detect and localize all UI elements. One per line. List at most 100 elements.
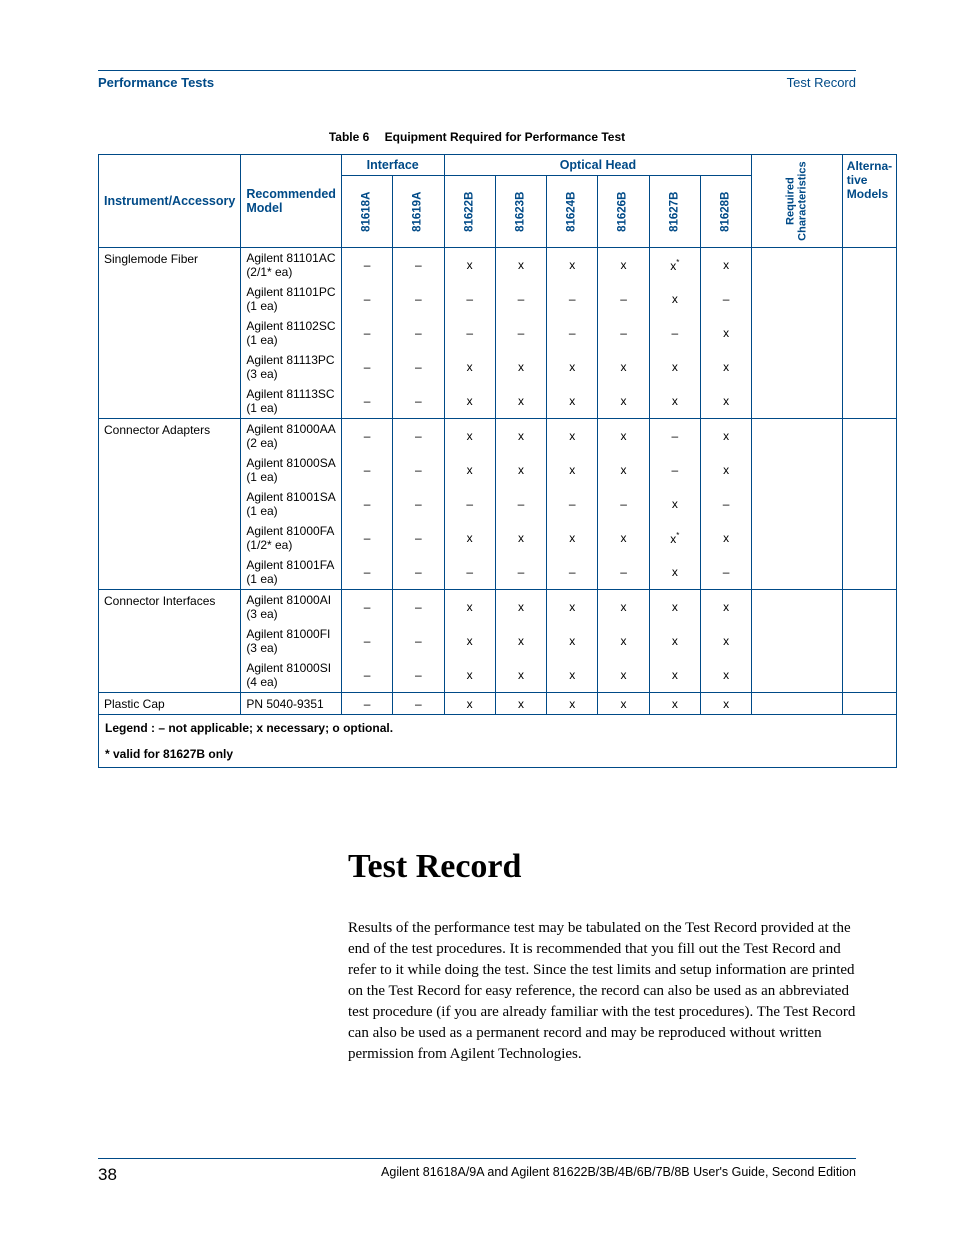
section-paragraph: Results of the performance test may be t… (348, 918, 856, 1065)
mark-cell: x (444, 658, 495, 693)
mark-cell: – (341, 521, 392, 555)
mark-cell: x (701, 316, 752, 350)
mark-cell: x (598, 384, 649, 419)
mark-cell: x (649, 350, 700, 384)
mark-cell (842, 521, 896, 555)
mark-cell: x (649, 693, 700, 715)
mark-cell: x (701, 350, 752, 384)
model-cell: Agilent 81001SA (1 ea) (241, 487, 342, 521)
instrument-cell: Plastic Cap (99, 693, 241, 715)
table-row: Singlemode FiberAgilent 81101AC (2/1* ea… (99, 248, 897, 283)
mark-cell (752, 350, 843, 384)
mark-cell: – (649, 316, 700, 350)
mark-cell: – (444, 555, 495, 590)
mark-cell: – (495, 555, 546, 590)
mark-cell: – (393, 350, 444, 384)
th-altmodels: Alterna- tive Models (842, 155, 896, 248)
mark-cell: x (547, 419, 598, 454)
mark-cell: – (598, 316, 649, 350)
mark-cell: – (701, 555, 752, 590)
mark-cell: x (444, 693, 495, 715)
mark-cell: x (495, 453, 546, 487)
mark-cell: x (598, 521, 649, 555)
mark-cell: x (598, 248, 649, 283)
mark-cell: x (598, 419, 649, 454)
th-81623B: 81623B (495, 176, 546, 248)
mark-cell (842, 453, 896, 487)
mark-cell: – (393, 384, 444, 419)
mark-cell: – (393, 693, 444, 715)
mark-cell: – (341, 248, 392, 283)
mark-cell: x (701, 419, 752, 454)
header-left: Performance Tests (98, 75, 214, 90)
mark-cell (752, 521, 843, 555)
mark-cell: – (341, 590, 392, 625)
th-reqchar: RequiredCharacteristics (752, 155, 843, 248)
mark-cell (752, 419, 843, 454)
header: Performance Tests Test Record (98, 75, 856, 130)
mark-cell: – (393, 555, 444, 590)
model-cell: Agilent 81000FI (3 ea) (241, 624, 342, 658)
mark-cell: – (444, 487, 495, 521)
mark-cell: x (547, 658, 598, 693)
mark-cell: – (341, 624, 392, 658)
mark-cell: x* (649, 248, 700, 283)
mark-cell: – (393, 658, 444, 693)
mark-cell: x (495, 419, 546, 454)
th-81626B: 81626B (598, 176, 649, 248)
mark-cell (842, 693, 896, 715)
mark-cell: x (444, 419, 495, 454)
mark-cell: – (341, 658, 392, 693)
mark-cell: – (649, 453, 700, 487)
mark-cell: – (393, 419, 444, 454)
mark-cell: x (495, 384, 546, 419)
footer: 38 Agilent 81618A/9A and Agilent 81622B/… (98, 1165, 856, 1185)
mark-cell: – (701, 487, 752, 521)
legend-line-1: Legend : – not applicable; x necessary; … (99, 715, 897, 742)
mark-cell (752, 453, 843, 487)
mark-cell: – (341, 693, 392, 715)
mark-cell: x (701, 658, 752, 693)
mark-cell: – (393, 282, 444, 316)
mark-cell (752, 248, 843, 283)
legend-line-2: * valid for 81627B only (99, 741, 897, 768)
mark-cell: – (393, 521, 444, 555)
mark-cell: – (393, 590, 444, 625)
mark-cell: x (701, 453, 752, 487)
mark-cell: x (598, 658, 649, 693)
mark-cell: x (547, 453, 598, 487)
th-81624B: 81624B (547, 176, 598, 248)
mark-cell (842, 658, 896, 693)
table-caption-prefix: Table 6 (329, 130, 369, 144)
footer-text: Agilent 81618A/9A and Agilent 81622B/3B/… (381, 1165, 856, 1185)
th-81622B: 81622B (444, 176, 495, 248)
mark-cell: x (444, 453, 495, 487)
mark-cell (752, 658, 843, 693)
mark-cell: – (393, 487, 444, 521)
page-number: 38 (98, 1165, 117, 1185)
mark-cell: x (495, 693, 546, 715)
model-cell: Agilent 81101PC (1 ea) (241, 282, 342, 316)
th-81619A: 81619A (393, 176, 444, 248)
model-cell: Agilent 81000SI (4 ea) (241, 658, 342, 693)
mark-cell: x (495, 350, 546, 384)
mark-cell: x (495, 590, 546, 625)
section-heading: Test Record (348, 848, 856, 886)
mark-cell: – (393, 248, 444, 283)
mark-cell: – (598, 555, 649, 590)
footer-rule (98, 1158, 856, 1159)
mark-cell: x (547, 624, 598, 658)
model-cell: Agilent 81000FA (1/2* ea) (241, 521, 342, 555)
mark-cell (752, 590, 843, 625)
mark-cell: x (649, 555, 700, 590)
mark-cell: x (701, 384, 752, 419)
mark-cell: x (598, 590, 649, 625)
model-cell: Agilent 81000SA (1 ea) (241, 453, 342, 487)
mark-cell: – (393, 453, 444, 487)
mark-cell: – (341, 419, 392, 454)
mark-cell (752, 693, 843, 715)
instrument-cell: Connector Adapters (99, 419, 241, 590)
mark-cell (752, 487, 843, 521)
mark-cell (842, 350, 896, 384)
table-row: Connector InterfacesAgilent 81000AI (3 e… (99, 590, 897, 625)
